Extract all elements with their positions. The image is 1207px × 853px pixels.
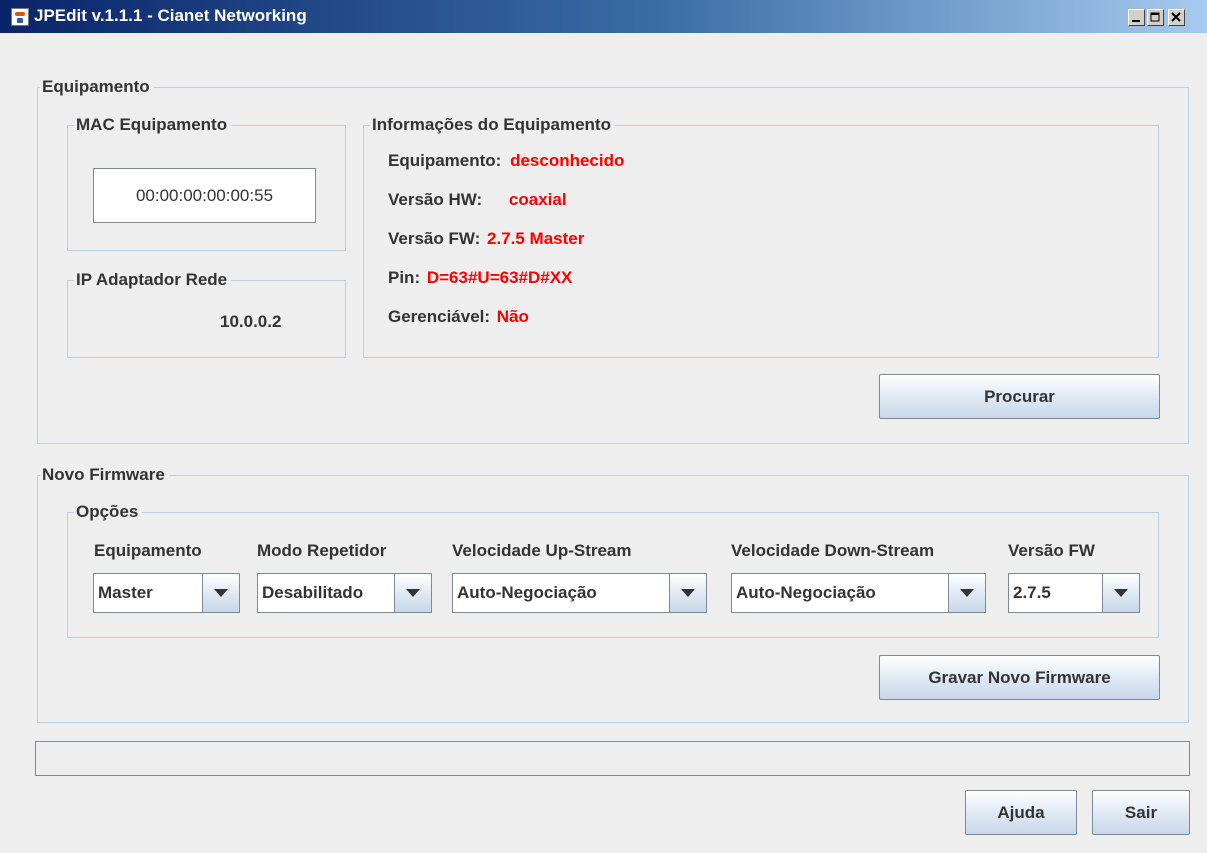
dropdown-button[interactable] xyxy=(669,574,706,612)
info-label: Versão HW: xyxy=(388,190,483,209)
upstream-selected: Auto-Negociação xyxy=(457,583,597,602)
upstream-select[interactable]: Auto-Negociação xyxy=(452,573,707,613)
mac-value-field[interactable]: 00:00:00:00:00:55 xyxy=(93,168,316,223)
info-label: Gerenciável: xyxy=(388,307,491,326)
chevron-down-icon xyxy=(406,589,420,597)
downstream-select[interactable]: Auto-Negociação xyxy=(731,573,986,613)
chevron-down-icon xyxy=(1114,589,1128,597)
info-label: Pin: xyxy=(388,268,421,287)
info-label: Versão FW: xyxy=(388,229,481,248)
equipamento-selected: Master xyxy=(98,583,153,602)
modo-repetidor-selected: Desabilitado xyxy=(262,583,364,602)
gravar-firmware-button[interactable]: Gravar Novo Firmware xyxy=(879,655,1160,700)
info-value: desconhecido xyxy=(510,151,625,170)
info-value: coaxial xyxy=(508,190,567,209)
dropdown-button[interactable] xyxy=(948,574,985,612)
info-value: 2.7.5 Master xyxy=(487,229,585,248)
procurar-button[interactable]: Procurar xyxy=(879,374,1160,419)
maximize-icon xyxy=(1150,12,1160,22)
info-row-versao-hw: Versão HW: coaxial xyxy=(388,190,567,210)
title-bar[interactable]: JPEdit v.1.1.1 - Cianet Networking xyxy=(0,0,1207,33)
info-legend: Informações do Equipamento xyxy=(370,115,615,135)
downstream-selected: Auto-Negociação xyxy=(736,583,876,602)
chevron-down-icon xyxy=(960,589,974,597)
dropdown-button[interactable] xyxy=(394,574,431,612)
info-row-pin: Pin: D=63#U=63#D#XX xyxy=(388,268,572,288)
info-value: D=63#U=63#D#XX xyxy=(426,268,573,287)
firmware-legend: Novo Firmware xyxy=(40,465,169,485)
window-title: JPEdit v.1.1.1 - Cianet Networking xyxy=(34,6,307,25)
ajuda-button[interactable]: Ajuda xyxy=(965,790,1077,835)
downstream-label: Velocidade Down-Stream xyxy=(731,541,935,560)
modo-repetidor-select[interactable]: Desabilitado xyxy=(257,573,432,613)
ip-legend: IP Adaptador Rede xyxy=(74,270,232,290)
info-row-gerenciavel: Gerenciável: Não xyxy=(388,307,529,327)
info-label: Equipamento: xyxy=(388,151,502,170)
close-button[interactable] xyxy=(1168,9,1185,26)
progress-bar xyxy=(35,741,1190,776)
dropdown-button[interactable] xyxy=(1102,574,1139,612)
info-row-versao-fw: Versão FW: 2.7.5 Master xyxy=(388,229,584,249)
modo-repetidor-label: Modo Repetidor xyxy=(257,541,387,560)
minimize-button[interactable] xyxy=(1128,9,1145,26)
options-legend: Opções xyxy=(74,502,143,522)
minimize-icon xyxy=(1132,20,1140,22)
chevron-down-icon xyxy=(681,589,695,597)
versao-fw-select[interactable]: 2.7.5 xyxy=(1008,573,1140,613)
equipamento-select[interactable]: Master xyxy=(93,573,240,613)
sair-button[interactable]: Sair xyxy=(1092,790,1190,835)
info-value: Não xyxy=(496,307,529,326)
java-cup-icon xyxy=(11,8,29,26)
close-icon xyxy=(1171,12,1181,22)
upstream-label: Velocidade Up-Stream xyxy=(452,541,632,560)
info-row-equipamento: Equipamento: desconhecido xyxy=(388,151,624,171)
equipamento-combo-label: Equipamento xyxy=(94,541,202,560)
chevron-down-icon xyxy=(214,589,228,597)
ip-value: 10.0.0.2 xyxy=(220,312,282,331)
mac-legend: MAC Equipamento xyxy=(74,115,232,135)
ip-panel xyxy=(67,280,346,358)
versao-fw-label: Versão FW xyxy=(1008,541,1095,560)
dropdown-button[interactable] xyxy=(202,574,239,612)
equipamento-legend: Equipamento xyxy=(40,77,154,97)
maximize-button[interactable] xyxy=(1147,9,1164,26)
versao-fw-selected: 2.7.5 xyxy=(1013,583,1051,602)
